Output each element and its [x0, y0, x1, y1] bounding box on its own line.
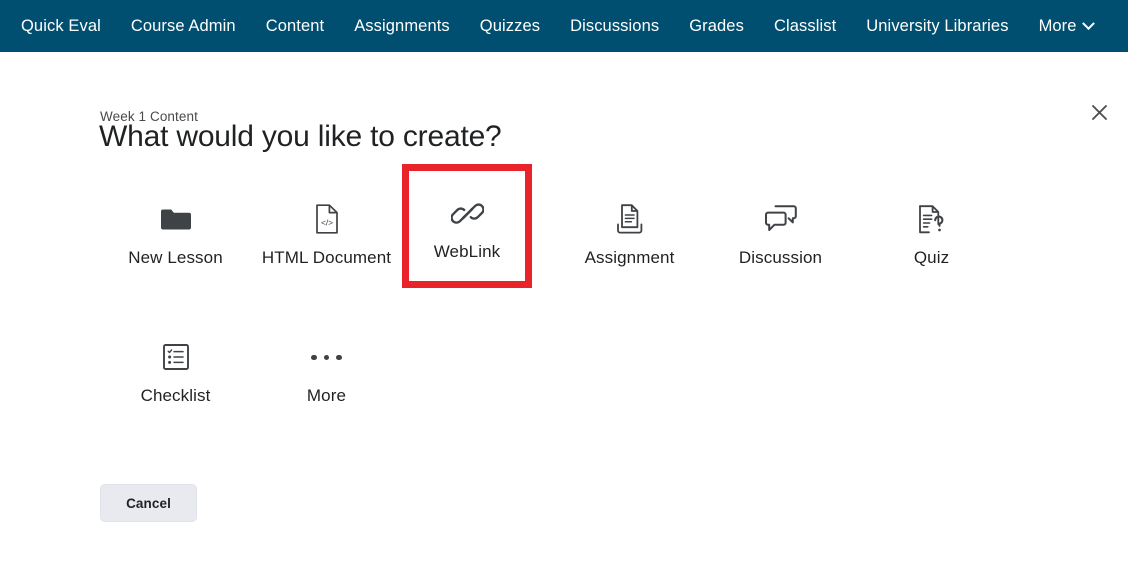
- speech-bubbles-icon: [764, 198, 798, 240]
- option-weblink[interactable]: WebLink: [402, 163, 532, 289]
- nav-item-label: More: [1038, 16, 1077, 35]
- content-type-option-grid: New Lesson </> HTML Document WebLink Ass…: [100, 163, 1030, 415]
- option-more[interactable]: More: [251, 326, 402, 414]
- chevron-down-icon: [1081, 16, 1095, 30]
- option-row-2: Checklist More: [100, 326, 1030, 414]
- nav-item-quick-eval[interactable]: Quick Eval: [6, 10, 116, 43]
- nav-item-quizzes[interactable]: Quizzes: [465, 10, 555, 43]
- nav-item-more[interactable]: More: [1024, 10, 1108, 43]
- nav-item-grades[interactable]: Grades: [674, 10, 759, 43]
- nav-item-label: Course Admin: [130, 16, 236, 35]
- nav-item-label: Assignments: [354, 16, 450, 35]
- ellipsis-dots: [311, 354, 342, 361]
- svg-text:</>: </>: [320, 218, 332, 228]
- option-label: Checklist: [140, 386, 211, 406]
- nav-item-label: Grades: [689, 16, 744, 35]
- option-html-document[interactable]: </> HTML Document: [251, 188, 402, 276]
- option-checklist[interactable]: Checklist: [100, 326, 251, 414]
- nav-item-discussions[interactable]: Discussions: [555, 10, 674, 43]
- folder-icon: [160, 198, 192, 240]
- option-label: HTML Document: [261, 248, 392, 267]
- nav-item-label: Quizzes: [479, 16, 541, 35]
- nav-item-assignments[interactable]: Assignments: [339, 10, 465, 43]
- nav-item-label: University Libraries: [866, 16, 1009, 35]
- nav-item-university-libraries[interactable]: University Libraries: [851, 10, 1023, 43]
- option-label: Discussion: [738, 248, 823, 267]
- create-content-dialog: Week 1 Content What would you like to cr…: [0, 52, 1128, 561]
- quiz-question-icon: [916, 198, 948, 240]
- option-label: Assignment: [584, 248, 675, 267]
- chain-link-icon: [450, 192, 484, 234]
- option-row-1: New Lesson </> HTML Document WebLink Ass…: [100, 163, 1030, 289]
- nav-item-label: Quick Eval: [21, 16, 101, 35]
- nav-item-label: Classlist: [773, 16, 837, 35]
- option-label: WebLink: [433, 242, 501, 261]
- close-icon[interactable]: [1078, 91, 1120, 133]
- close-x-glyph: [1091, 104, 1107, 120]
- nav-item-classlist[interactable]: Classlist: [759, 10, 851, 43]
- nav-item-label: Content: [265, 16, 325, 35]
- primary-navigation-bar: Quick Eval Course Admin Content Assignme…: [0, 0, 1128, 52]
- page-title: What would you like to create?: [99, 120, 502, 153]
- cancel-button[interactable]: Cancel: [100, 484, 197, 522]
- ellipsis-icon: [311, 336, 342, 378]
- nav-item-content[interactable]: Content: [251, 10, 340, 43]
- assignment-tray-icon: [615, 198, 645, 240]
- option-new-lesson[interactable]: New Lesson: [100, 188, 251, 276]
- option-label: Quiz: [913, 248, 950, 267]
- option-discussion[interactable]: Discussion: [705, 188, 856, 276]
- checklist-icon: [162, 336, 190, 378]
- option-quiz[interactable]: Quiz: [856, 188, 1007, 276]
- html-file-icon: </>: [314, 198, 340, 240]
- nav-item-course-admin[interactable]: Course Admin: [116, 10, 251, 43]
- nav-item-label: Discussions: [570, 16, 660, 35]
- option-label: More: [306, 386, 347, 406]
- option-label: New Lesson: [128, 248, 223, 267]
- option-assignment[interactable]: Assignment: [554, 188, 705, 276]
